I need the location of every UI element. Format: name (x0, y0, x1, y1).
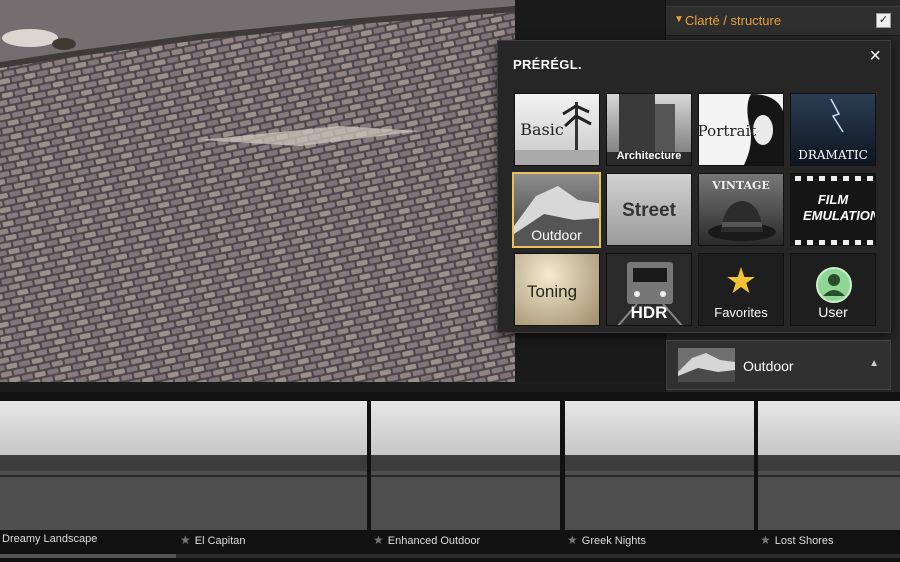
section-enable-checkbox[interactable]: ✓ (876, 13, 891, 28)
selector-thumbnail (678, 348, 735, 382)
photo-canvas[interactable] (0, 0, 515, 382)
filmstrip-scrollbar[interactable] (0, 554, 900, 558)
preset-name: El Capitan (194, 535, 246, 547)
preset-category-label: Toning (526, 282, 578, 301)
preset-thumbnail[interactable] (758, 401, 900, 530)
preset-category-label: Basic (520, 120, 564, 139)
preset-category-vintage[interactable]: Vintage (698, 173, 784, 246)
clarity-section-header[interactable]: ▼ Clarté / structure ✓ (666, 6, 900, 36)
preset-caption: ★ El Capitan (180, 533, 246, 553)
preset-category-outdoor[interactable]: Outdoor (512, 172, 601, 248)
close-icon[interactable]: × (869, 45, 881, 68)
expand-triangle-icon[interactable]: ▼ (674, 14, 684, 25)
preset-thumbnail[interactable] (0, 401, 179, 530)
preset-category-label: User (818, 304, 848, 320)
preset-category-label: HDR (630, 303, 668, 322)
preset-category-label: Favorites (714, 305, 768, 320)
preset-category-film-emulation[interactable]: Film Emulation (790, 173, 876, 246)
preset-category-architecture[interactable]: Architecture (606, 93, 692, 166)
preset-name: Dreamy Landscape (2, 533, 98, 545)
preset-caption: ★ Enhanced Outdoor (373, 533, 480, 553)
preset-filmstrip: Dreamy Landscape ★ El Capitan ★ Enhanced O… (0, 392, 900, 562)
star-icon: ★ (724, 260, 758, 301)
preset-category-toning[interactable]: Toning (514, 253, 600, 326)
preset-category-label: Outdoor (531, 227, 582, 243)
preset-category-dramatic[interactable]: Dramatic (790, 93, 876, 166)
preset-category-label: Vintage (712, 179, 770, 192)
preset-category-hdr[interactable]: HDR (606, 253, 692, 326)
presets-popup: PRÉRÉGL. × Basic Architecture Portrait D… (497, 40, 891, 333)
preset-category-street[interactable]: Street (606, 173, 692, 246)
preset-category-label: Architecture (616, 150, 682, 162)
favorite-star-icon[interactable]: ★ (567, 533, 578, 547)
preset-category-selector[interactable]: Outdoor ▲ (666, 340, 891, 390)
preset-thumbnail[interactable] (565, 401, 754, 530)
preset-caption: ★ Greek Nights (567, 533, 646, 553)
preset-category-label: Film Emulation (803, 192, 876, 223)
preset-category-basic[interactable]: Basic (514, 93, 600, 166)
section-title: Clarté / structure (685, 13, 782, 28)
scrollbar-thumb[interactable] (0, 554, 176, 558)
preset-thumbnail[interactable] (178, 401, 367, 530)
favorite-star-icon[interactable]: ★ (180, 533, 191, 547)
preset-name: Enhanced Outdoor (387, 535, 481, 547)
preset-name: Greek Nights (581, 535, 646, 547)
preset-category-label: Dramatic (798, 148, 868, 162)
selector-label: Outdoor (743, 358, 794, 374)
preset-category-portrait[interactable]: Portrait (698, 93, 784, 166)
preset-thumbnail[interactable] (371, 401, 560, 530)
favorite-star-icon[interactable]: ★ (373, 533, 384, 547)
preset-category-label: Street (622, 200, 676, 221)
preset-category-user[interactable]: User (790, 253, 876, 326)
preset-category-favorites[interactable]: ★ Favorites (698, 253, 784, 326)
preset-caption: ★ Lost Shores (760, 533, 833, 553)
popup-title: PRÉRÉGL. (513, 57, 582, 72)
dropdown-arrow-icon[interactable]: ▲ (869, 358, 879, 369)
preset-name: Lost Shores (774, 535, 834, 547)
preset-category-label: Portrait (698, 122, 757, 140)
favorite-star-icon[interactable]: ★ (760, 533, 771, 547)
